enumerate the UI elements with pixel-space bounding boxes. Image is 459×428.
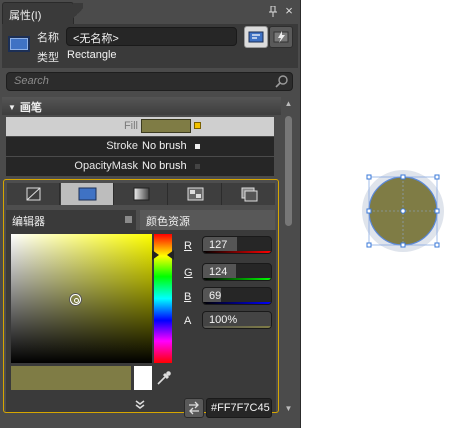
channel-value: 124 xyxy=(209,266,228,278)
resource-brush-tab[interactable] xyxy=(223,183,276,205)
solid-brush-icon xyxy=(78,187,97,201)
resource-brush-icon xyxy=(241,187,258,202)
no-brush-icon xyxy=(26,187,41,201)
channel-label-r: R xyxy=(184,240,192,252)
blue-channel-field[interactable]: 69 xyxy=(202,287,272,305)
property-row-opacitymask[interactable]: OpacityMask No brush xyxy=(6,157,274,176)
advanced-options-marker[interactable] xyxy=(194,122,201,129)
brush-editor: 编辑器 颜色资源 R 127 G 124 B 69 A 100% #FF7F7C… xyxy=(3,179,279,418)
rectangle-type-icon xyxy=(8,36,30,52)
gradient-brush-icon xyxy=(133,187,150,201)
gradient-brush-tab[interactable] xyxy=(115,183,168,205)
scroll-up-arrow-icon[interactable]: ▲ xyxy=(283,99,294,109)
properties-icon xyxy=(248,31,264,43)
selected-ellipse[interactable] xyxy=(360,168,446,254)
advanced-options-marker[interactable] xyxy=(195,144,200,149)
previous-color-preview[interactable] xyxy=(134,366,152,390)
hex-color-input[interactable]: #FF7F7C45 xyxy=(206,398,272,418)
name-label: 名称 xyxy=(37,32,59,44)
fill-color-swatch[interactable] xyxy=(141,119,191,133)
pin-icon[interactable] xyxy=(268,5,278,18)
channel-value: 100% xyxy=(209,314,238,326)
red-channel-field[interactable]: 127 xyxy=(202,236,272,254)
eyedropper-icon[interactable] xyxy=(156,368,172,386)
type-label: 类型 xyxy=(37,52,59,64)
name-input[interactable]: <无名称> xyxy=(66,27,237,46)
panel-title: 属性(I) xyxy=(9,10,42,22)
search-placeholder: Search xyxy=(14,75,49,87)
alpha-channel-field[interactable]: 100% xyxy=(202,311,272,329)
properties-view-button[interactable] xyxy=(244,26,268,48)
property-row-fill[interactable]: Fill xyxy=(6,117,274,136)
tab-resources-label: 颜色资源 xyxy=(146,216,190,228)
close-icon[interactable]: × xyxy=(283,4,295,17)
object-header: 名称 <无名称> 类型 Rectangle xyxy=(2,24,298,68)
brushes-section-header[interactable]: ▼ 画笔 xyxy=(2,97,281,115)
channel-gradient xyxy=(203,251,271,253)
channel-label-b: B xyxy=(184,291,192,303)
scrollbar-thumb[interactable] xyxy=(285,116,292,226)
expand-chevron-icon[interactable] xyxy=(133,399,147,411)
property-row-stroke[interactable]: Stroke No brush xyxy=(6,137,274,156)
color-picker: R 127 G 124 B 69 A 100% #FF7F7C45 xyxy=(6,230,276,418)
channel-label-a: A xyxy=(184,315,192,327)
lightning-icon xyxy=(273,31,289,43)
collapse-triangle-icon: ▼ xyxy=(8,103,16,112)
green-channel-field[interactable]: 124 xyxy=(202,263,272,281)
channel-value: 127 xyxy=(209,239,228,251)
type-value: Rectangle xyxy=(67,49,117,61)
channel-gradient xyxy=(203,278,271,280)
channel-gradient xyxy=(203,302,271,304)
tab-color-resources[interactable]: 颜色资源 xyxy=(140,210,275,230)
channel-gradient xyxy=(203,326,271,328)
property-value: No brush xyxy=(142,140,187,152)
tile-brush-tab[interactable] xyxy=(169,183,222,205)
channel-label-g: G xyxy=(184,267,193,279)
property-name: OpacityMask xyxy=(74,160,138,172)
events-view-button[interactable] xyxy=(269,26,293,48)
current-color-preview xyxy=(11,366,131,390)
tab-indicator-icon xyxy=(125,216,132,223)
search-icon[interactable] xyxy=(275,74,289,88)
tab-editor-label: 编辑器 xyxy=(12,216,45,228)
scroll-down-arrow-icon[interactable]: ▼ xyxy=(283,404,294,414)
no-brush-tab[interactable] xyxy=(7,183,60,205)
property-name: Fill xyxy=(123,120,138,132)
color-cursor[interactable] xyxy=(70,294,81,305)
panel-title-tab[interactable]: 属性(I) xyxy=(2,2,83,24)
solid-color-brush-tab[interactable] xyxy=(61,183,114,205)
property-value: No brush xyxy=(142,160,187,172)
channel-value: 69 xyxy=(209,290,222,302)
color-mode-swap-icon[interactable] xyxy=(184,398,204,418)
search-input[interactable]: Search xyxy=(6,72,293,91)
section-title: 画笔 xyxy=(19,102,42,114)
tile-brush-icon xyxy=(187,187,204,201)
saturation-value-field[interactable] xyxy=(11,234,152,363)
brush-type-tabs xyxy=(7,183,275,205)
tab-editor[interactable]: 编辑器 xyxy=(6,210,136,230)
property-name: Stroke xyxy=(106,140,138,152)
advanced-options-marker[interactable] xyxy=(195,164,200,169)
hue-slider-handle[interactable] xyxy=(152,247,174,263)
properties-panel: 属性(I) × 名称 <无名称> 类型 Rectangle Search ▼ 画笔… xyxy=(0,0,301,428)
